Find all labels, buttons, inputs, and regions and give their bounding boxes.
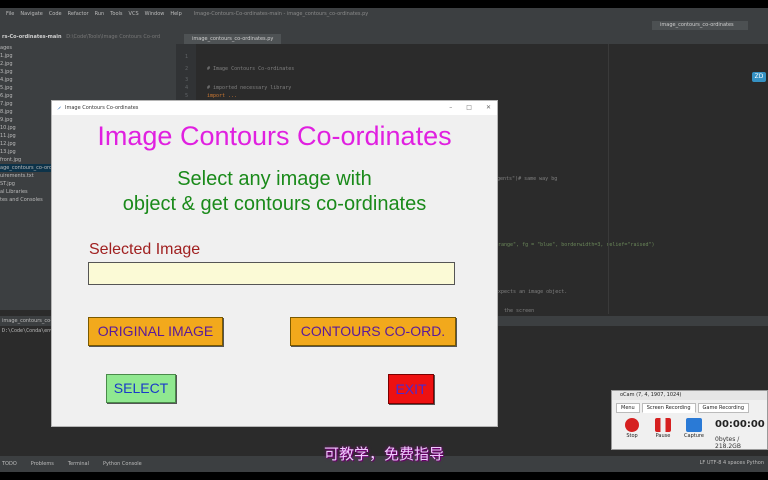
stop-icon [625,418,639,432]
ocam-tab-game-recording[interactable]: Game Recording [697,403,750,413]
code-line: import ... [207,93,238,99]
run-config-select[interactable]: image_contours_co-ordinates [652,21,748,30]
app-subheading-2: object & get contours co-ordinates [122,193,427,215]
feather-icon [57,106,61,110]
ocam-capture-button[interactable]: Capture [684,418,704,439]
line-number: 4 [185,85,189,91]
project-tree-item[interactable]: 5.jpg [0,84,176,92]
project-title: rs-Co-ordinates-main D:\Code\Tools\Image… [0,32,176,44]
stop-label: Stop [626,433,638,439]
ocam-recorder: oCam (7, 4, 1907, 1024) Menu Screen Reco… [611,390,768,450]
selected-image-label: Selected Image [89,241,201,258]
ocam-pause-button[interactable]: Pause [653,418,673,439]
window-title-path: Image-Contours-Co-ordinates-main - image… [193,11,369,17]
selected-image-field[interactable] [88,262,455,285]
project-tree-item[interactable]: 3.jpg [0,68,176,76]
contours-coord-button[interactable]: CONTOURS CO-ORD. [290,317,456,346]
project-tree-item[interactable]: 2.jpg [0,60,176,68]
code-line: range", fg = "blue", borderwidth=3, reli… [498,242,655,248]
app-subheading-1: Select any image with [177,168,372,190]
app-window-title: Image Contours Co-ordinates [65,105,139,111]
ocam-stop-button[interactable]: Stop [622,418,642,439]
menu-window[interactable]: Window [145,11,165,17]
code-line: # imported necessary library [207,85,292,91]
menu-refactor[interactable]: Refactor [68,11,89,17]
ocam-title: oCam (7, 4, 1907, 1024) [612,391,767,400]
project-name: rs-Co-ordinates-main [2,34,62,40]
project-tree-item[interactable]: ages [0,44,176,52]
select-button[interactable]: SELECT [106,374,176,403]
menu-bar: File Navigate Code Refactor Run Tools VC… [0,8,768,20]
close-icon[interactable]: ✕ [486,104,491,111]
menu-code[interactable]: Code [49,11,62,17]
minimize-icon[interactable]: – [449,104,452,111]
pause-label: Pause [655,433,671,439]
exit-button[interactable]: EXIT [388,374,434,404]
plugin-badge[interactable]: ZD [752,72,766,82]
menu-navigate[interactable]: Navigate [20,11,42,17]
menu-tools[interactable]: Tools [110,11,122,17]
capture-label: Capture [684,433,704,439]
recording-time: 00:00:00 [715,419,765,430]
ocam-tab-menu[interactable]: Menu [616,403,640,413]
monitor-icon [686,418,702,432]
original-image-button[interactable]: ORIGINAL IMAGE [88,317,223,346]
project-path: D:\Code\Tools\Image Contours Co-ord [66,34,161,40]
project-tree-item[interactable]: 4.jpg [0,76,176,84]
line-number: 5 [185,93,189,99]
ocam-tab-screen-recording[interactable]: Screen Recording [641,403,696,413]
pause-icon [655,418,671,432]
ocam-tabs: Menu Screen Recording Game Recording [616,403,750,413]
app-heading: Image Contours Co-ordinates [97,121,452,151]
code-line: xpects an image object. [498,289,568,295]
editor-tabs: image_contours_co-ordinates.py [176,32,768,44]
project-tree-item[interactable]: 1.jpg [0,52,176,60]
line-number: 2 [185,66,189,72]
app-titlebar: Image Contours Co-ordinates – □ ✕ [52,101,497,115]
terminal-prompt: D:\Code\Conda\env [2,328,54,334]
code-line: ogents")# same way bg [494,176,558,182]
video-subtitle: 可教学，免费指导 [323,445,444,463]
menu-help[interactable]: Help [170,11,181,17]
maximize-icon[interactable]: □ [466,104,472,111]
menu-file[interactable]: File [6,11,14,17]
code-line: # Image Contours Co-ordinates [207,66,295,72]
editor-tab[interactable]: image_contours_co-ordinates.py [184,34,282,44]
window-controls: – □ ✕ [449,104,491,111]
menu-run[interactable]: Run [95,11,105,17]
line-number: 3 [185,77,189,83]
line-number: 1 [185,54,189,60]
app-window: Image Contours Co-ordinates – □ ✕ Image … [51,100,498,427]
menu-vcs[interactable]: VCS [129,11,139,17]
code-line: the screen [504,308,535,314]
right-margin-guide [608,44,609,314]
project-tree-item[interactable]: 6.jpg [0,92,176,100]
